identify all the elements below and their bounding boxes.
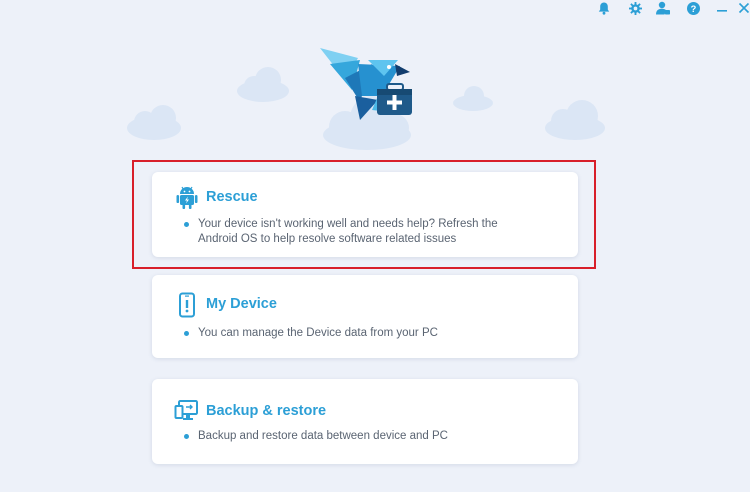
rescue-card[interactable]: Rescue Your device isn't working well an… [152, 172, 578, 257]
cloud-icon [453, 86, 493, 111]
card-description: Backup and restore data between device a… [198, 430, 448, 442]
card-title: My Device [206, 296, 277, 312]
android-icon [174, 184, 200, 210]
my-device-card[interactable]: My Device You can manage the Device data… [152, 275, 578, 358]
card-description: Your device isn't working well and needs… [198, 218, 498, 245]
card-title: Rescue [206, 189, 258, 205]
card-description: You can manage the Device data from your… [198, 327, 438, 339]
bullet-icon [184, 331, 189, 336]
hero-illustration [127, 48, 605, 150]
cloud-icon [127, 105, 181, 140]
card-title: Backup & restore [206, 403, 327, 419]
bullet-icon [184, 434, 189, 439]
backup-icon [174, 398, 200, 424]
backup-restore-card[interactable]: Backup & restore Backup and restore data… [152, 379, 578, 464]
phone-alert-icon [174, 292, 200, 318]
bullet-icon [184, 222, 189, 227]
cloud-icon [237, 67, 289, 102]
cloud-icon [545, 100, 605, 140]
